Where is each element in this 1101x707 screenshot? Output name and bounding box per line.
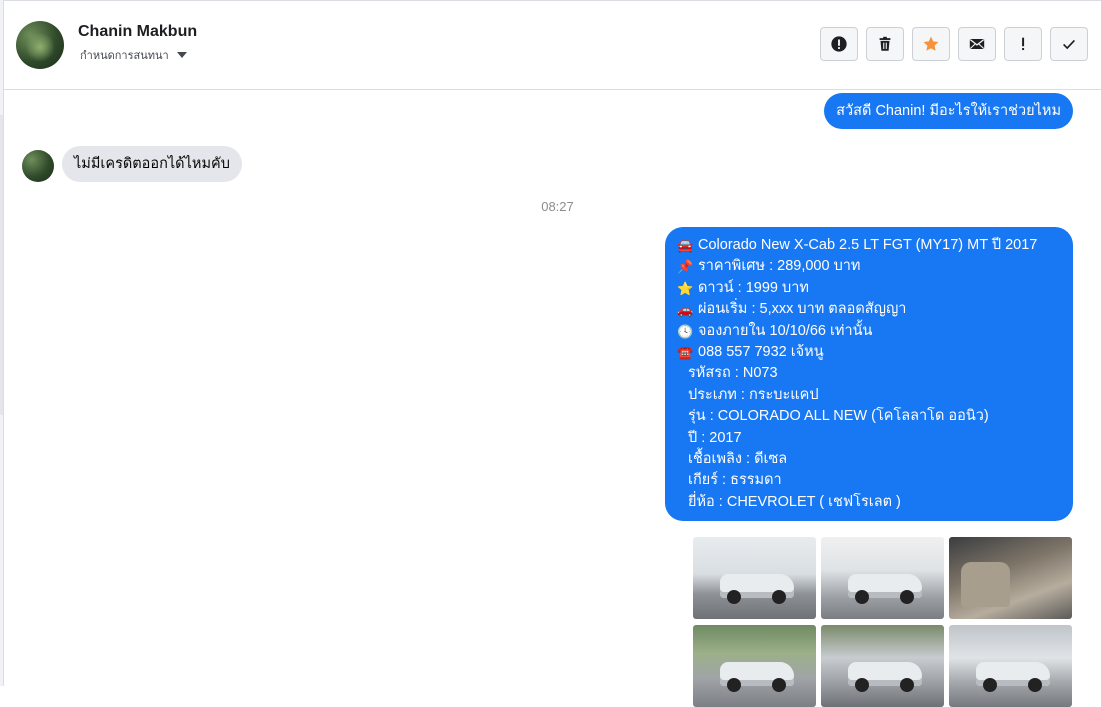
message-timestamp: 08:27 — [541, 199, 574, 214]
follow-up-button[interactable] — [1004, 27, 1042, 61]
info-line-text: ปี : 2017 — [688, 429, 742, 446]
pickup-truck-image — [720, 661, 794, 692]
info-line-text: Colorado New X-Cab 2.5 LT FGT (MY17) MT … — [698, 237, 1038, 253]
contact-name[interactable]: Chanin Makbun — [78, 23, 197, 41]
car-seat-image — [961, 561, 1011, 607]
car-photo-rear[interactable] — [821, 537, 944, 619]
car-info-message[interactable]: 🚘 Colorado New X-Cab 2.5 LT FGT (MY17) MT… — [665, 227, 1073, 522]
info-line-text: รุ่น : COLORADO ALL NEW (โคโลลาโด ออนิว) — [688, 408, 989, 425]
info-line: 🕓 จองภายใน 10/10/66 เท่านั้น — [677, 321, 1061, 342]
info-line-text: ยี่ห้อ : CHEVROLET ( เชฟโรเลต ) — [688, 493, 901, 510]
info-line-text: ผ่อนเริ่ม : 5,xxx บาท ตลอดสัญญา — [698, 301, 907, 318]
scrollbar[interactable] — [0, 115, 3, 415]
report-button[interactable] — [820, 27, 858, 61]
sender-avatar[interactable] — [22, 150, 54, 182]
telephone-icon: ☎️ — [677, 345, 694, 361]
info-line: ยี่ห้อ : CHEVROLET ( เชฟโรเลต ) — [677, 492, 1061, 513]
conversation-status-dropdown[interactable]: กำหนดการสนทนา — [80, 46, 187, 64]
pushpin-icon: 📌 — [677, 259, 694, 275]
info-line: รุ่น : COLORADO ALL NEW (โคโลลาโด ออนิว) — [677, 406, 1061, 427]
delete-button[interactable] — [866, 27, 904, 61]
check-icon — [1063, 39, 1075, 50]
star-button[interactable] — [912, 27, 950, 61]
avatar[interactable] — [16, 21, 64, 69]
exclamation-icon — [1022, 37, 1025, 51]
envelope-icon — [969, 39, 985, 49]
info-line-text: เชื้อเพลิง : ดีเซล — [688, 451, 788, 468]
info-line-text: จองภายใน 10/10/66 เท่านั้น — [698, 322, 873, 339]
info-line: ☎️ 088 557 7932 เจ้หนู — [677, 342, 1061, 363]
car-icon: 🚘 — [677, 238, 694, 253]
info-line-text: ประเภท : กระบะแคป — [688, 386, 819, 403]
star-icon: ⭐ — [677, 280, 694, 296]
info-line-text: รหัสรถ : N073 — [688, 365, 778, 382]
conversation-status-label: กำหนดการสนทนา — [80, 49, 169, 62]
info-line-text: ราคาพิเศษ : 289,000 บาท — [698, 258, 861, 275]
conversation-header: Chanin Makbun กำหนดการสนทนา — [4, 1, 1101, 90]
car-photo-interior[interactable] — [949, 537, 1072, 619]
info-line: รหัสรถ : N073 — [677, 363, 1061, 384]
info-line: 🚘 Colorado New X-Cab 2.5 LT FGT (MY17) MT… — [677, 235, 1061, 256]
message-thread[interactable]: สวัสดี Chanin! มีอะไรให้เราช่วยไหม ไม่มี… — [4, 90, 1101, 707]
pickup-truck-image — [720, 573, 794, 604]
pickup-truck-image — [848, 661, 922, 692]
caret-down-icon — [176, 52, 187, 58]
car-photo-front[interactable] — [949, 625, 1072, 707]
alert-circle-icon — [831, 36, 847, 52]
photo-attachments — [693, 537, 1073, 707]
pickup-truck-image — [848, 573, 922, 604]
incoming-message[interactable]: ไม่มีเครดิตออกได้ไหมคับ — [62, 146, 242, 182]
info-line: 📌 ราคาพิเศษ : 289,000 บาท — [677, 256, 1061, 277]
outgoing-message[interactable]: สวัสดี Chanin! มีอะไรให้เราช่วยไหม — [824, 93, 1073, 129]
star-icon — [923, 36, 939, 51]
info-line: เกียร์ : ธรรมดา — [677, 470, 1061, 491]
pickup-truck-image — [976, 661, 1050, 692]
car-photo-side[interactable] — [693, 537, 816, 619]
car-photo-front[interactable] — [821, 625, 944, 707]
info-line: ⭐ ดาวน์ : 1999 บาท — [677, 278, 1061, 299]
trash-icon — [879, 36, 891, 51]
header-actions — [820, 27, 1088, 61]
info-line-text: ดาวน์ : 1999 บาท — [698, 279, 809, 296]
info-line: เชื้อเพลิง : ดีเซล — [677, 449, 1061, 470]
info-line: ประเภท : กระบะแคป — [677, 385, 1061, 406]
car-photo-front[interactable] — [693, 625, 816, 707]
car-icon: 🚗 — [677, 302, 694, 318]
mark-done-button[interactable] — [1050, 27, 1088, 61]
info-line-text: 088 557 7932 เจ้หนู — [698, 344, 824, 361]
info-line-text: เกียร์ : ธรรมดา — [688, 472, 782, 489]
info-line: ปี : 2017 — [677, 428, 1061, 449]
info-line: 🚗 ผ่อนเริ่ม : 5,xxx บาท ตลอดสัญญา — [677, 299, 1061, 320]
clock-icon: 🕓 — [677, 323, 694, 339]
mark-unread-button[interactable] — [958, 27, 996, 61]
